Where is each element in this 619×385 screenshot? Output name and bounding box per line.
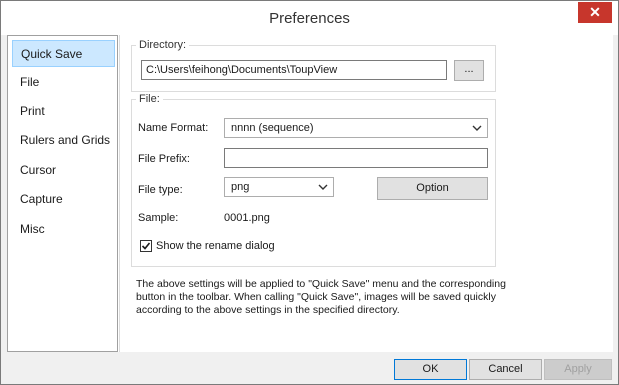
file-group: File: Name Format: nnnn (sequence) File … [131, 93, 496, 267]
directory-group-label: Directory: [136, 39, 190, 51]
preferences-dialog: Preferences ✕ Quick Save File Print Rule… [0, 0, 619, 385]
chevron-down-icon [318, 184, 328, 190]
sidebar-item-quick-save[interactable]: Quick Save [12, 40, 115, 67]
chevron-down-icon [472, 125, 482, 131]
close-button[interactable]: ✕ [578, 2, 612, 23]
option-button[interactable]: Option [377, 177, 488, 200]
file-type-value: png [231, 181, 250, 193]
file-prefix-label: File Prefix: [138, 153, 190, 165]
name-format-select[interactable]: nnnn (sequence) [224, 118, 488, 138]
browse-button[interactable]: ... [454, 60, 484, 81]
quick-save-note: The above settings will be applied to "Q… [136, 278, 506, 316]
apply-button[interactable]: Apply [544, 359, 612, 380]
checkmark-icon [141, 242, 151, 250]
file-prefix-input[interactable] [224, 148, 488, 168]
file-group-label: File: [136, 93, 163, 105]
dialog-footer: OK Cancel Apply [1, 353, 618, 384]
name-format-value: nnnn (sequence) [231, 122, 314, 134]
settings-panel: Directory: C:\Users\feihong\Documents\To… [119, 35, 613, 352]
dialog-title: Preferences [269, 10, 350, 27]
directory-path-field[interactable]: C:\Users\feihong\Documents\ToupView [141, 60, 447, 80]
rename-dialog-label[interactable]: Show the rename dialog [156, 240, 275, 252]
name-format-label: Name Format: [138, 122, 209, 134]
client-area: Quick Save File Print Rulers and Grids C… [7, 35, 613, 352]
sidebar-item-file[interactable]: File [12, 69, 115, 96]
rename-dialog-checkbox[interactable] [140, 240, 152, 252]
sidebar-item-cursor[interactable]: Cursor [12, 157, 115, 184]
category-sidebar: Quick Save File Print Rulers and Grids C… [7, 35, 118, 352]
sample-value: 0001.png [224, 212, 270, 224]
title-bar: Preferences ✕ [1, 1, 618, 35]
ok-button[interactable]: OK [394, 359, 467, 380]
sidebar-item-capture[interactable]: Capture [12, 186, 115, 213]
file-type-label: File type: [138, 184, 183, 196]
directory-group: Directory: C:\Users\feihong\Documents\To… [131, 39, 496, 92]
close-icon: ✕ [589, 4, 601, 20]
sidebar-item-print[interactable]: Print [12, 98, 115, 125]
file-type-select[interactable]: png [224, 177, 334, 197]
sidebar-item-misc[interactable]: Misc [12, 216, 115, 243]
sample-label: Sample: [138, 212, 179, 224]
cancel-button[interactable]: Cancel [469, 359, 542, 380]
sidebar-item-rulers-and-grids[interactable]: Rulers and Grids [12, 127, 115, 154]
